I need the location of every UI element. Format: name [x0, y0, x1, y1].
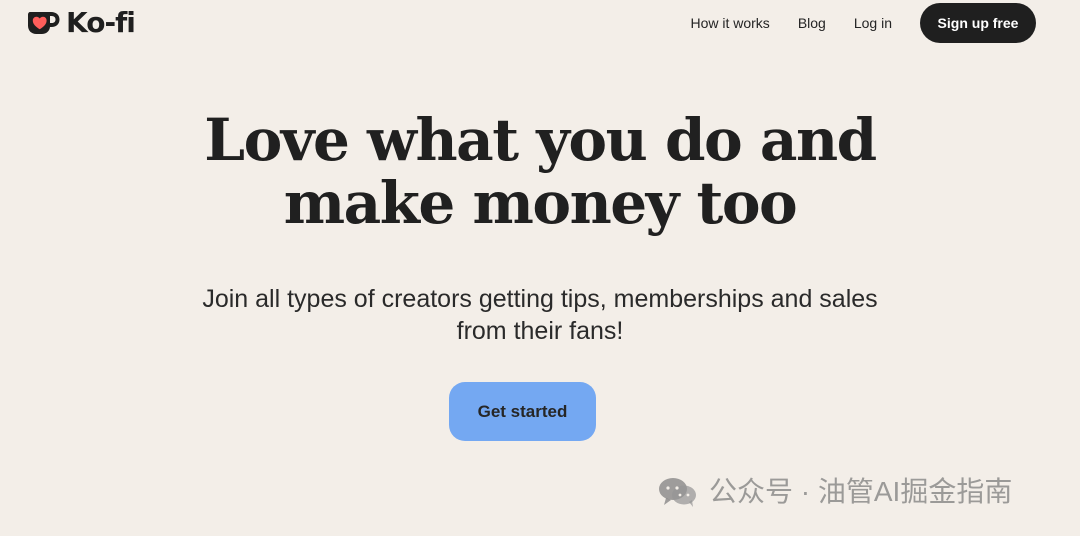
kofi-cup-heart-icon [28, 12, 60, 34]
get-started-button[interactable]: Get started [449, 382, 596, 441]
hero-title-line-1: Love what you do and [204, 106, 877, 174]
wechat-icon [659, 478, 696, 507]
nav-how-it-works-link[interactable]: How it works [690, 15, 769, 31]
watermark-text: 公众号 · 油管AI掘金指南 [709, 476, 1013, 507]
hero-subtitle-line-2: from their fans! [456, 317, 624, 345]
top-navigation: How it works Blog Log in Sign up free [690, 3, 1036, 43]
hero-subtitle-line-1: Join all types of creators getting tips,… [202, 285, 878, 313]
wechat-watermark: 公众号 · 油管AI掘金指南 [657, 473, 1012, 511]
kofi-wordmark: Ko-fi [66, 6, 136, 39]
nav-log-in-link[interactable]: Log in [854, 15, 892, 31]
sign-up-free-button[interactable]: Sign up free [920, 3, 1036, 43]
kofi-logo[interactable]: Ko-fi [24, 6, 136, 40]
hero-subtitle: Join all types of creators getting tips,… [0, 283, 1080, 347]
hero-title-line-2: make money too [283, 169, 798, 237]
site-header: Ko-fi How it works Blog Log in Sign up f… [0, 0, 1080, 46]
nav-blog-link[interactable]: Blog [798, 15, 826, 31]
hero-title: Love what you do and make money too [0, 109, 1080, 235]
